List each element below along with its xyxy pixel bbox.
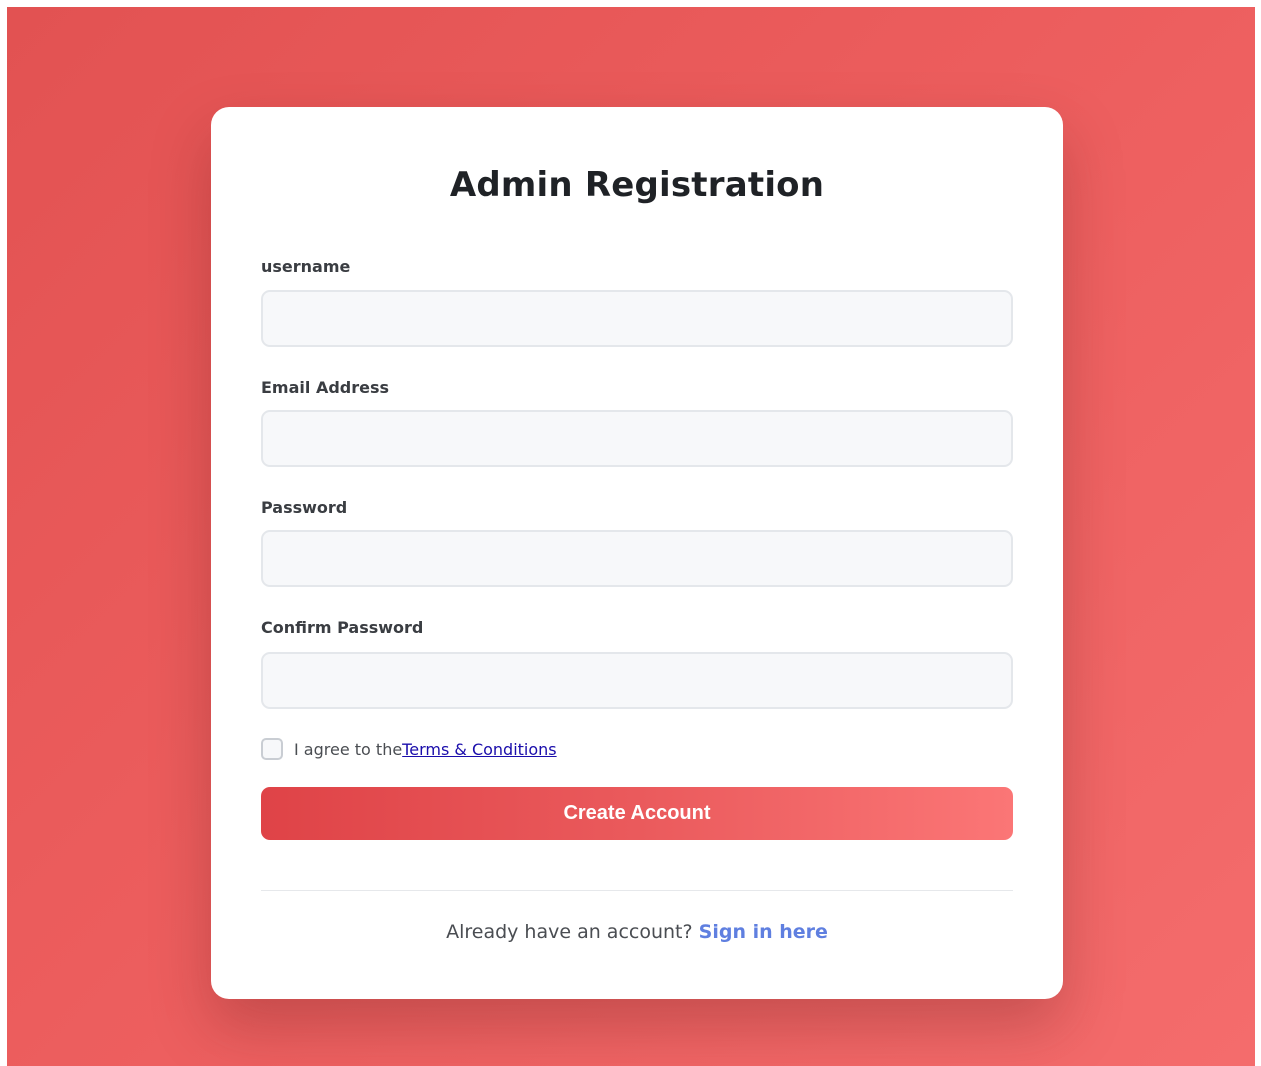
create-account-button[interactable]: Create Account [261,787,1013,840]
divider [261,890,1013,891]
username-label: username [261,257,351,276]
page-title: Admin Registration [449,165,825,205]
terms-row: I agree to the Terms & Conditions [261,738,557,760]
confirm-password-input[interactable] [261,652,1013,709]
email-input[interactable] [261,410,1013,467]
signin-link[interactable]: Sign in here [699,921,828,943]
username-input[interactable] [261,290,1013,347]
signin-prompt: Already have an account? Sign in here [211,921,1063,943]
terms-checkbox[interactable] [261,738,283,760]
password-label: Password [261,498,348,517]
registration-card: Admin Registration username Email Addres… [211,107,1063,999]
signin-prompt-text: Already have an account? [446,921,693,943]
terms-link[interactable]: Terms & Conditions [402,740,556,759]
terms-text: I agree to the [294,739,403,759]
password-input[interactable] [261,530,1013,587]
page-background: Admin Registration username Email Addres… [7,7,1255,1066]
email-label: Email Address [261,378,390,397]
confirm-password-label: Confirm Password [261,618,424,637]
